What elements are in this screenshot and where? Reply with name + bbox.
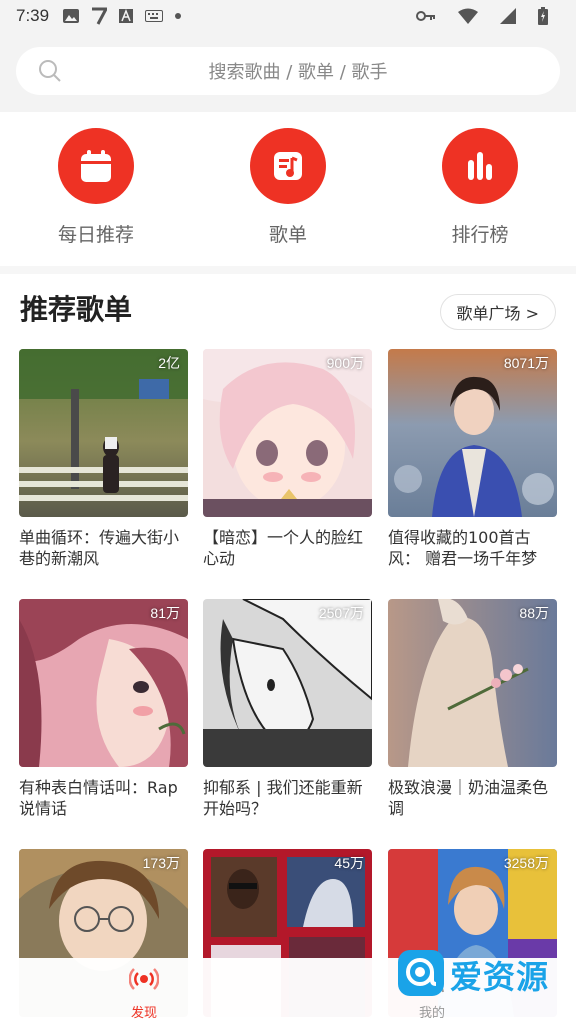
playlist-cover: 2507万 [203, 599, 372, 767]
tab-mine-label: 我的 [418, 1006, 445, 1021]
daily-recommend-button[interactable]: 每日推荐 [36, 128, 156, 247]
playlist-title: 有种表白情话叫：Rap说情话 [19, 778, 178, 818]
playlist-button[interactable]: 歌单 [228, 128, 348, 247]
playlist-card[interactable]: 88万 极致浪漫｜奶油温柔色调 [388, 599, 557, 819]
play-count: 81万 [150, 605, 180, 621]
play-count: 900万 [326, 355, 364, 371]
tab-discover[interactable]: 发现 [104, 964, 184, 1021]
divider [0, 266, 576, 274]
status-time: 7:39 [16, 6, 50, 25]
playlist-cover: 81万 [19, 599, 188, 767]
seven-icon [91, 7, 108, 25]
tab-discover-label: 发现 [130, 1006, 157, 1021]
playlist-card[interactable]: 900万 【暗恋】一个人的脸红心动 [203, 349, 372, 569]
image-icon [63, 9, 80, 23]
playlist-cover: 88万 [388, 599, 557, 767]
rankings-button[interactable]: 排行榜 [420, 128, 540, 247]
playlist-title: 抑郁系 | 我们还能重新开始吗？ [203, 778, 363, 818]
quick-menu: 每日推荐 歌单 排行榜 [0, 112, 576, 268]
dot-icon [175, 13, 182, 19]
play-count: 88万 [519, 605, 549, 621]
playlist-card[interactable]: 2亿 单曲循环：传遍大街小巷的新潮风 [19, 349, 188, 569]
search-placeholder: 搜索歌曲 / 歌单 / 歌手 [208, 62, 388, 83]
section-title: 推荐歌单 [20, 293, 133, 326]
playlist-cover: 8071万 [388, 349, 557, 517]
playlist-title: 极致浪漫｜奶油温柔色调 [388, 778, 549, 818]
playlist-title: 值得收藏的100首古风： 赠君一场千年梦 [388, 528, 538, 568]
watermark-logo-icon [398, 950, 444, 1000]
chart-icon [442, 128, 518, 204]
playlist-title: 单曲循环：传遍大街小巷的新潮风 [19, 528, 180, 568]
play-count: 8071万 [503, 355, 549, 371]
daily-recommend-label: 每日推荐 [57, 224, 134, 246]
play-count: 173万 [142, 855, 180, 871]
wifi-icon [458, 8, 478, 24]
radio-icon [128, 968, 160, 998]
battery-icon [538, 7, 548, 25]
playlist-icon [250, 128, 326, 204]
play-count: 3258万 [503, 855, 549, 871]
watermark-text: 爱资源 [450, 958, 550, 996]
status-bar: 7:39 [0, 0, 576, 32]
keyboard-icon [145, 10, 164, 22]
header: 搜索歌曲 / 歌单 / 歌手 [0, 32, 576, 112]
playlist-label: 歌单 [268, 224, 307, 246]
play-count: 2507万 [318, 605, 364, 621]
playlist-cover: 2亿 [19, 349, 188, 517]
key-icon [416, 10, 436, 22]
search-icon [38, 59, 62, 83]
search-input[interactable]: 搜索歌曲 / 歌单 / 歌手 [16, 47, 560, 95]
rankings-label: 排行榜 [451, 224, 509, 246]
play-count: 45万 [334, 855, 364, 871]
playlist-cover: 900万 [203, 349, 372, 517]
watermark: 爱资源 [398, 950, 549, 1000]
play-count: 2亿 [158, 355, 180, 371]
playlist-square-button[interactable]: 歌单广场 > [439, 294, 556, 330]
playlist-card[interactable]: 81万 有种表白情话叫：Rap说情话 [19, 599, 188, 819]
playlist-card[interactable]: 8071万 值得收藏的100首古风： 赠君一场千年梦 [388, 349, 557, 569]
signal-icon [500, 8, 516, 24]
calendar-icon [58, 128, 134, 204]
playlist-card[interactable]: 2507万 抑郁系 | 我们还能重新开始吗？ [203, 599, 372, 819]
a-icon [119, 9, 134, 23]
playlist-title: 【暗恋】一个人的脸红心动 [203, 528, 364, 568]
